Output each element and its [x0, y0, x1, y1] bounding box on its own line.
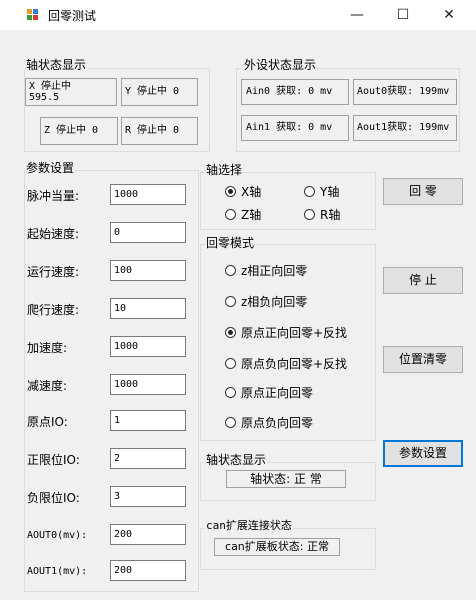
axis-r-status: R 停止中 0 — [121, 117, 198, 145]
ain1-status: Ain1 获取: 0 mv — [241, 115, 349, 141]
radio-button-icon[interactable] — [225, 417, 236, 428]
radio-button-icon[interactable] — [225, 265, 236, 276]
param-input[interactable]: 200 — [110, 524, 186, 545]
radio-button-icon[interactable] — [225, 358, 236, 369]
param-input[interactable]: 1000 — [110, 374, 186, 395]
params-settings-button[interactable]: 参数设置 — [383, 440, 463, 467]
can-status-legend: can扩展连接状态 — [205, 519, 293, 533]
stop-button[interactable]: 停 止 — [383, 267, 463, 294]
radio-button-icon[interactable] — [304, 186, 315, 197]
home-mode-radio[interactable]: z相负向回零 — [225, 293, 307, 310]
param-label: 爬行速度: — [27, 303, 80, 317]
axis-radio-label: X轴 — [241, 185, 262, 199]
home-mode-label: 原点负向回零 — [241, 416, 314, 430]
param-input[interactable]: 10 — [110, 298, 186, 319]
home-mode-label: 原点正向回零 — [241, 386, 314, 400]
radio-button-icon[interactable] — [225, 186, 236, 197]
axis-z-status: Z 停止中 0 — [40, 117, 118, 145]
radio-button-icon[interactable] — [225, 209, 236, 220]
param-input[interactable]: 100 — [110, 260, 186, 281]
axis-select-legend: 轴选择 — [205, 163, 244, 177]
param-input[interactable]: 1000 — [110, 336, 186, 357]
clear-position-button[interactable]: 位置清零 — [383, 346, 463, 373]
radio-button-icon[interactable] — [225, 387, 236, 398]
home-mode-label: z相正向回零 — [241, 264, 308, 278]
home-mode-radio[interactable]: z相正向回零 — [225, 262, 307, 279]
app-icon — [27, 9, 39, 21]
axis-radio-label: Z轴 — [241, 208, 262, 222]
param-label: 负限位IO: — [27, 491, 80, 505]
radio-button-icon[interactable] — [304, 209, 315, 220]
param-label: AOUT0(mv): — [27, 530, 88, 541]
param-label: 加速度: — [27, 341, 68, 355]
param-input[interactable]: 1000 — [110, 184, 186, 205]
home-mode-radio[interactable]: 原点负向回零 — [225, 414, 313, 431]
param-label: 减速度: — [27, 379, 68, 393]
radio-button-icon[interactable] — [225, 296, 236, 307]
close-button[interactable]: ✕ — [426, 0, 472, 30]
window-title: 回零测试 — [48, 9, 97, 23]
axis-x-state: X 停止中 — [29, 81, 72, 92]
aout1-status: Aout1获取: 199mv — [353, 115, 457, 141]
params-legend: 参数设置 — [25, 161, 76, 175]
can-status-text: can扩展板状态: 正常 — [214, 538, 340, 556]
home-mode-radio[interactable]: 原点正向回零+反找 — [225, 324, 347, 341]
axis-state-text: 轴状态: 正 常 — [226, 470, 346, 488]
radio-button-icon[interactable] — [225, 327, 236, 338]
axis-status-legend: 轴状态显示 — [25, 58, 88, 72]
param-input[interactable]: 1 — [110, 410, 186, 431]
aout0-status: Aout0获取: 199mv — [353, 79, 457, 105]
home-mode-radio[interactable]: 原点正向回零 — [225, 384, 313, 401]
ain0-status: Ain0 获取: 0 mv — [241, 79, 349, 105]
param-label: AOUT1(mv): — [27, 566, 88, 577]
home-mode-radio[interactable]: 原点负向回零+反找 — [225, 355, 347, 372]
home-mode-legend: 回零模式 — [205, 236, 256, 250]
axis-radio-label: R轴 — [320, 208, 341, 222]
param-input[interactable]: 2 — [110, 448, 186, 469]
param-input[interactable]: 3 — [110, 486, 186, 507]
home-mode-label: 原点负向回零+反找 — [241, 357, 348, 371]
param-label: 运行速度: — [27, 265, 80, 279]
axis-x-status: X 停止中 595.5 — [25, 78, 117, 106]
home-mode-label: z相负向回零 — [241, 295, 308, 309]
axis-state-legend: 轴状态显示 — [205, 453, 268, 467]
home-button[interactable]: 回 零 — [383, 178, 463, 205]
axis-radio[interactable]: X轴 — [225, 183, 261, 200]
axis-radio[interactable]: R轴 — [304, 206, 340, 223]
axis-y-status: Y 停止中 0 — [121, 78, 198, 106]
maximize-button[interactable]: ☐ — [380, 0, 426, 30]
param-input[interactable]: 200 — [110, 560, 186, 581]
axis-x-position: 595.5 — [29, 92, 60, 103]
param-label: 正限位IO: — [27, 453, 80, 467]
param-label: 原点IO: — [27, 415, 68, 429]
axis-radio-label: Y轴 — [320, 185, 340, 199]
minimize-button[interactable]: — — [334, 0, 380, 30]
param-label: 起始速度: — [27, 227, 80, 241]
param-label: 脉冲当量: — [27, 189, 80, 203]
home-mode-label: 原点正向回零+反找 — [241, 326, 348, 340]
axis-radio[interactable]: Z轴 — [225, 206, 261, 223]
param-input[interactable]: 0 — [110, 222, 186, 243]
axis-radio[interactable]: Y轴 — [304, 183, 339, 200]
external-status-legend: 外设状态显示 — [243, 58, 318, 72]
